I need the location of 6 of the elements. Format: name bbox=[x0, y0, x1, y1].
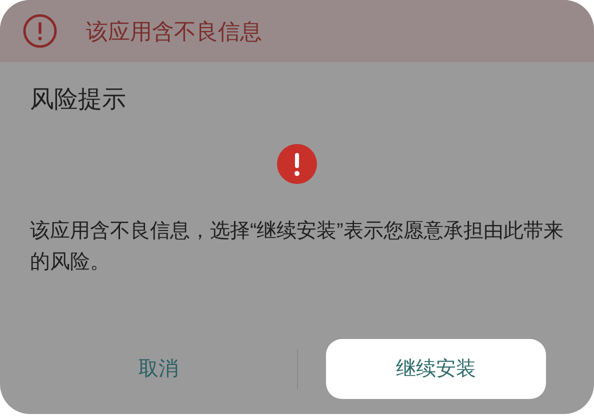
banner-text: 该应用含不良信息 bbox=[86, 18, 262, 46]
exclamation-icon bbox=[277, 144, 317, 184]
dialog-message: 该应用含不良信息，选择“继续安装”表示您愿意承担由此带来的风险。 bbox=[30, 219, 564, 275]
dialog-button[interactable]: 继续安装 bbox=[326, 339, 546, 399]
dialog-title: 风险提示 bbox=[30, 85, 127, 115]
exclamation-icon bbox=[22, 13, 58, 49]
